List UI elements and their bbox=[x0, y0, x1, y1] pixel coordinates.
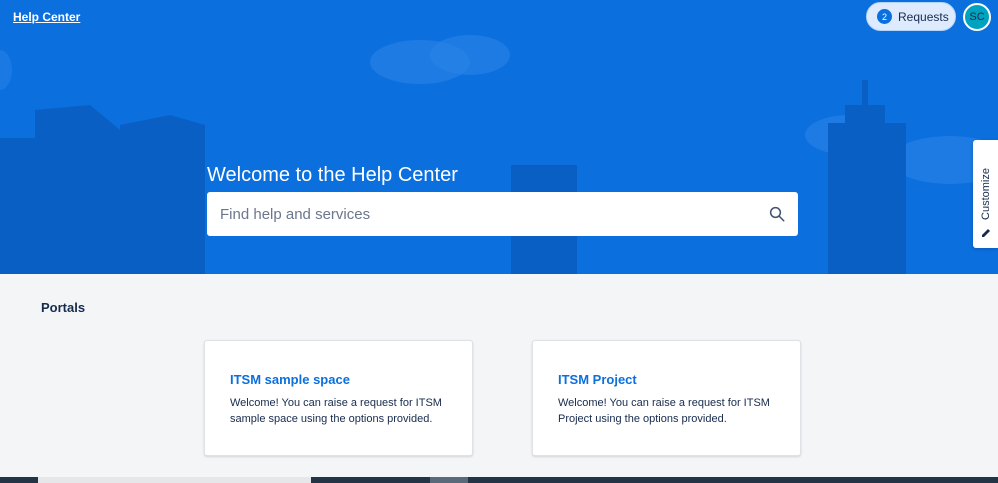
taskbar-segment bbox=[430, 477, 468, 483]
customize-tab[interactable]: Customize bbox=[973, 140, 998, 248]
portals-heading: Portals bbox=[41, 300, 86, 315]
bottom-taskbar bbox=[0, 477, 998, 483]
hero-banner: Help Center 2 Requests SC Welcome to the… bbox=[0, 0, 998, 274]
help-center-link[interactable]: Help Center bbox=[13, 10, 80, 24]
portal-card-itsm-sample-space[interactable]: ITSM sample space Welcome! You can raise… bbox=[204, 340, 473, 456]
welcome-title: Welcome to the Help Center bbox=[207, 164, 458, 186]
portal-card-title[interactable]: ITSM sample space bbox=[230, 372, 447, 387]
customize-label: Customize bbox=[979, 168, 992, 220]
requests-button[interactable]: 2 Requests bbox=[866, 2, 956, 31]
user-avatar[interactable]: SC bbox=[963, 3, 991, 31]
portal-card-description: Welcome! You can raise a request for ITS… bbox=[558, 397, 770, 425]
search-input[interactable] bbox=[220, 205, 768, 223]
portal-card-title[interactable]: ITSM Project bbox=[558, 372, 775, 387]
pencil-icon bbox=[981, 229, 990, 237]
portal-card-itsm-project[interactable]: ITSM Project Welcome! You can raise a re… bbox=[532, 340, 801, 456]
search-bar bbox=[207, 192, 798, 236]
portal-card-description: Welcome! You can raise a request for ITS… bbox=[230, 397, 442, 425]
requests-count-badge: 2 bbox=[877, 9, 892, 24]
requests-label: Requests bbox=[898, 9, 949, 24]
taskbar-segment bbox=[38, 477, 311, 483]
search-icon[interactable] bbox=[768, 205, 786, 223]
